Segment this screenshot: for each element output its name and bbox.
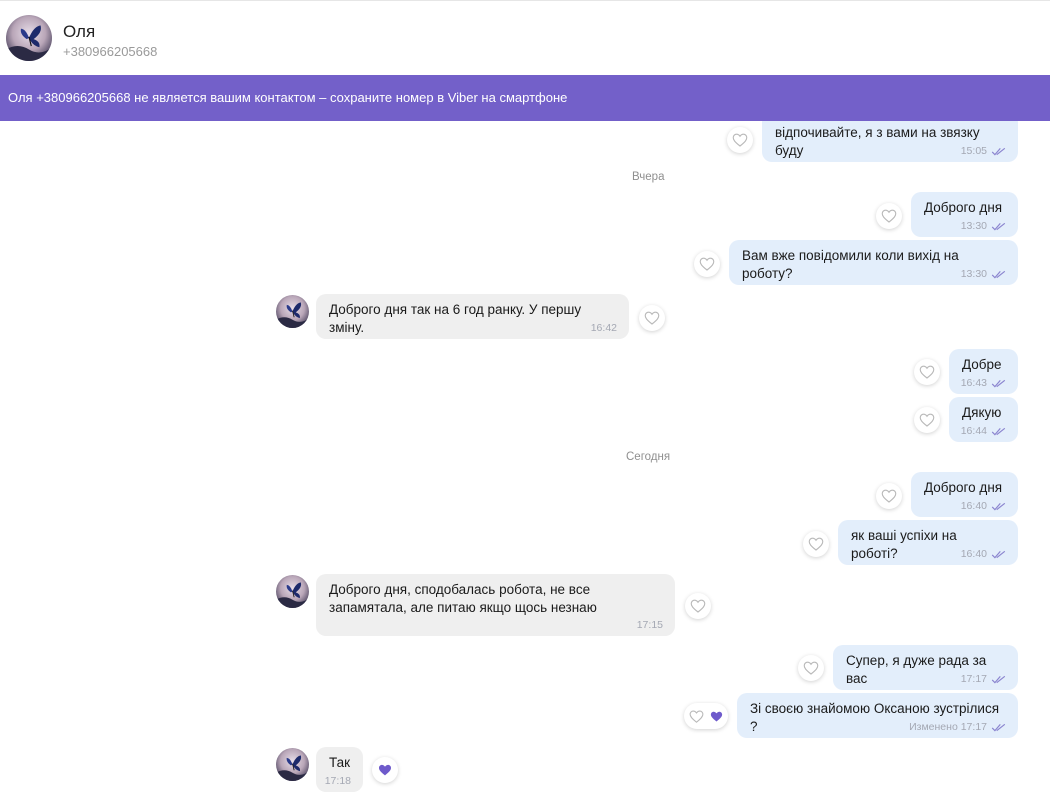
message-list[interactable]: відпочивайте, я з вами на звязку буду 15…: [0, 121, 1050, 796]
message-meta: 15:05: [961, 145, 1006, 157]
contact-phone: +380966205668: [63, 44, 158, 59]
message-time: 16:44: [960, 425, 987, 437]
message-time: 17:17: [960, 673, 987, 685]
message-time: 13:30: [960, 220, 987, 232]
message-meta: 13:30: [961, 220, 1006, 232]
heart-icon[interactable]: [798, 655, 824, 681]
message-text: Доброго дня так на 6 год ранку. У першу …: [329, 302, 582, 335]
message-time: 16:42: [590, 322, 617, 334]
incoming-message[interactable]: Так 17:18: [316, 747, 363, 792]
outgoing-message[interactable]: Доброго дня 16:40: [911, 472, 1018, 517]
heart-icon[interactable]: [685, 593, 711, 619]
outgoing-message[interactable]: Доброго дня 13:30: [911, 192, 1018, 237]
filled-heart-icon[interactable]: [372, 757, 398, 783]
date-separator-yesterday: Вчера: [632, 171, 665, 183]
not-a-contact-banner: Оля +380966205668 не является вашим конт…: [0, 75, 1050, 121]
outgoing-message[interactable]: відпочивайте, я з вами на звязку буду 15…: [762, 121, 1018, 162]
message-meta: 16:40: [961, 548, 1006, 560]
message-time: 13:30: [960, 268, 987, 280]
double-check-icon: [991, 550, 1006, 559]
heart-icon[interactable]: [688, 708, 705, 725]
heart-icon[interactable]: [914, 407, 940, 433]
sender-avatar[interactable]: [276, 295, 309, 328]
sender-avatar[interactable]: [276, 748, 309, 781]
message-text-line-2: запамятала, але питаю якщо щось незнаю: [329, 600, 597, 615]
double-check-icon: [991, 723, 1006, 732]
chat-header: Оля +380966205668: [0, 3, 1050, 75]
filled-heart-icon[interactable]: [709, 709, 724, 724]
double-check-icon: [991, 379, 1006, 388]
contact-name[interactable]: Оля: [63, 22, 95, 42]
edited-label: Изменено: [909, 721, 958, 733]
heart-icon[interactable]: [876, 483, 902, 509]
outgoing-message[interactable]: Добре 16:43: [949, 349, 1018, 394]
incoming-message[interactable]: Доброго дня так на 6 год ранку. У першу …: [316, 294, 629, 339]
heart-icon[interactable]: [803, 531, 829, 557]
message-text: Добре: [962, 357, 1002, 372]
double-check-icon: [991, 270, 1006, 279]
heart-icon[interactable]: [727, 127, 753, 153]
outgoing-message[interactable]: Супер, я дуже рада за вас 17:17: [833, 645, 1018, 690]
message-meta: 16:40: [961, 500, 1006, 512]
message-time: 17:15: [636, 619, 663, 631]
message-meta: 17:17: [961, 673, 1006, 685]
reaction-pill[interactable]: [684, 703, 728, 729]
message-meta: 13:30: [961, 268, 1006, 280]
incoming-message[interactable]: Доброго дня, сподобалась робота, не все …: [316, 574, 675, 636]
heart-icon[interactable]: [694, 251, 720, 277]
message-time: 16:43: [960, 377, 987, 389]
message-meta: 16:44: [961, 425, 1006, 437]
outgoing-message[interactable]: Дякую 16:44: [949, 397, 1018, 442]
message-time: 16:40: [960, 548, 987, 560]
contact-avatar[interactable]: [6, 15, 52, 61]
double-check-icon: [991, 222, 1006, 231]
message-text: Доброго дня: [924, 200, 1003, 215]
message-text: Доброго дня: [924, 480, 1003, 495]
message-time: 17:18: [324, 775, 351, 787]
double-check-icon: [991, 147, 1006, 156]
message-time: 16:40: [960, 500, 987, 512]
message-meta: Изменено 17:17: [909, 721, 1006, 733]
heart-icon[interactable]: [876, 203, 902, 229]
outgoing-message[interactable]: Зі своєю знайомою Оксаною зустрілися ? И…: [737, 693, 1018, 738]
date-separator-today: Сегодня: [626, 451, 671, 463]
outgoing-message[interactable]: Вам вже повідомили коли вихід на роботу?…: [729, 240, 1018, 285]
message-text: Так: [329, 755, 351, 770]
outgoing-message[interactable]: як ваші успіхи на роботі? 16:40: [838, 520, 1018, 565]
double-check-icon: [991, 427, 1006, 436]
heart-icon[interactable]: [639, 305, 665, 331]
sender-avatar[interactable]: [276, 575, 309, 608]
message-text: Дякую: [962, 405, 1002, 420]
heart-icon[interactable]: [914, 359, 940, 385]
message-time: 15:05: [960, 145, 987, 157]
message-time: 17:17: [960, 721, 987, 733]
double-check-icon: [991, 675, 1006, 684]
double-check-icon: [991, 502, 1006, 511]
message-text-line-1: Доброго дня, сподобалась робота, не все: [329, 582, 591, 597]
message-meta: 16:43: [961, 377, 1006, 389]
